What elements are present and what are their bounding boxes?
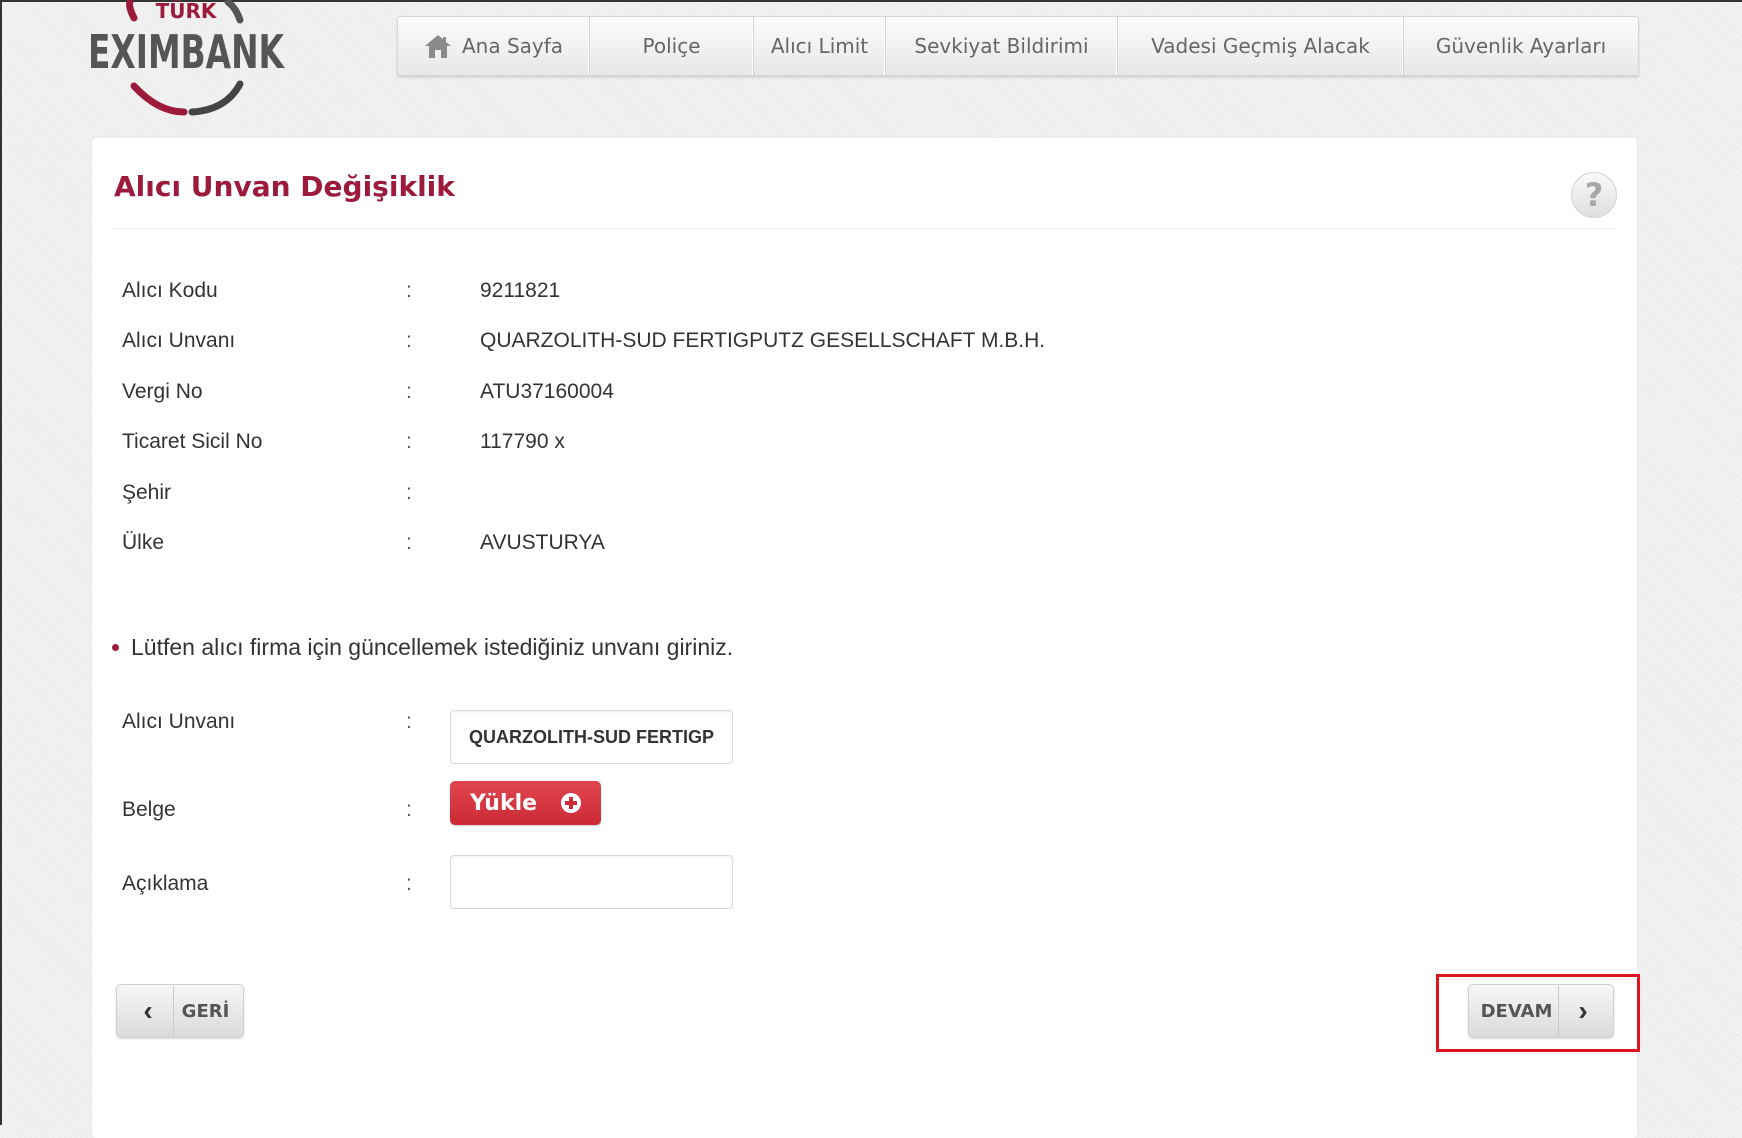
info-colon: :: [406, 430, 412, 453]
instruction-text: Lütfen alıcı firma için güncellemek iste…: [131, 634, 734, 660]
info-colon: :: [406, 329, 412, 352]
new-title-input[interactable]: [450, 710, 733, 764]
form-colon: :: [406, 798, 412, 821]
info-label: Şehir: [122, 481, 172, 504]
info-value: QUARZOLITH-SUD FERTIGPUTZ GESELLSCHAFT M…: [480, 329, 1046, 352]
back-label: GERİ: [181, 1000, 230, 1022]
info-colon: :: [406, 481, 412, 504]
form-colon: :: [406, 710, 412, 733]
form-label: Açıklama: [122, 872, 209, 895]
instruction-note: Lütfen alıcı firma için güncellemek iste…: [112, 634, 733, 661]
info-colon: :: [406, 380, 412, 403]
info-row-ulke: Ülke : AVUSTURYA: [122, 531, 1322, 561]
info-colon: :: [406, 279, 412, 302]
logo-top-text: TÜRK: [156, 0, 218, 23]
nav-item-vadesi-gecmis-alacak[interactable]: Vadesi Geçmiş Alacak: [1118, 17, 1404, 75]
nav-item-ana-sayfa[interactable]: Ana Sayfa: [398, 17, 590, 75]
next-label: DEVAM: [1480, 1000, 1553, 1022]
nav-item-label: Ana Sayfa: [461, 34, 564, 58]
nav-item-police[interactable]: Poliçe: [590, 17, 754, 75]
upload-button[interactable]: Yükle: [450, 781, 601, 825]
nav-item-label: Vadesi Geçmiş Alacak: [1151, 34, 1370, 58]
info-row-alici-kodu: Alıcı Kodu : 9211821: [122, 279, 1322, 309]
home-icon: [424, 35, 451, 58]
nav-item-label: Güvenlik Ayarları: [1435, 34, 1607, 58]
info-colon: :: [406, 531, 412, 554]
form-label: Belge: [122, 798, 176, 821]
info-label: Ticaret Sicil No: [122, 430, 263, 453]
info-value: 117790 x: [480, 430, 565, 453]
page-title: Alıcı Unvan Değişiklik: [114, 170, 455, 203]
back-button[interactable]: ‹ GERİ: [116, 984, 244, 1038]
plus-circle-icon: [561, 793, 582, 813]
chevron-right-icon: ›: [1558, 986, 1607, 1036]
nav-item-label: Alıcı Limit: [770, 34, 869, 58]
info-row-vergi-no: Vergi No : ATU37160004: [122, 380, 1322, 410]
eximbank-logo[interactable]: TÜRK EXIMBANK: [88, 0, 298, 116]
title-divider: [114, 228, 1615, 229]
logo-main-text: EXIMBANK: [88, 25, 286, 79]
help-icon[interactable]: ?: [1571, 172, 1617, 218]
info-label: Vergi No: [122, 380, 203, 403]
nav-item-label: Poliçe: [642, 34, 701, 58]
nav-item-guvenlik-ayarlari[interactable]: Güvenlik Ayarları: [1404, 17, 1638, 75]
form-label: Alıcı Unvanı: [122, 710, 236, 733]
bullet-icon: [112, 644, 119, 651]
info-value: AVUSTURYA: [480, 531, 605, 554]
content-panel: Alıcı Unvan Değişiklik ? Alıcı Kodu : 92…: [92, 138, 1637, 1138]
info-label: Alıcı Unvanı: [122, 329, 236, 352]
info-row-sehir: Şehir :: [122, 481, 1322, 511]
info-row-alici-unvani: Alıcı Unvanı : QUARZOLITH-SUD FERTIGPUTZ…: [122, 329, 1322, 359]
info-label: Alıcı Kodu: [122, 279, 218, 302]
nav-item-label: Sevkiyat Bildirimi: [914, 34, 1089, 58]
nav-item-alici-limit[interactable]: Alıcı Limit: [754, 17, 886, 75]
main-nav: Ana Sayfa Poliçe Alıcı Limit Sevkiyat Bi…: [397, 16, 1639, 76]
info-value: 9211821: [480, 279, 561, 302]
nav-item-sevkiyat-bildirimi[interactable]: Sevkiyat Bildirimi: [886, 17, 1118, 75]
info-value: ATU37160004: [480, 380, 614, 403]
next-button[interactable]: DEVAM ›: [1468, 984, 1614, 1038]
form-colon: :: [406, 872, 412, 895]
chevron-left-icon: ‹: [123, 986, 174, 1036]
upload-label: Yükle: [469, 790, 538, 816]
info-label: Ülke: [122, 531, 165, 554]
description-input[interactable]: [450, 855, 733, 909]
info-row-ticaret-sicil-no: Ticaret Sicil No : 117790 x: [122, 430, 1322, 460]
